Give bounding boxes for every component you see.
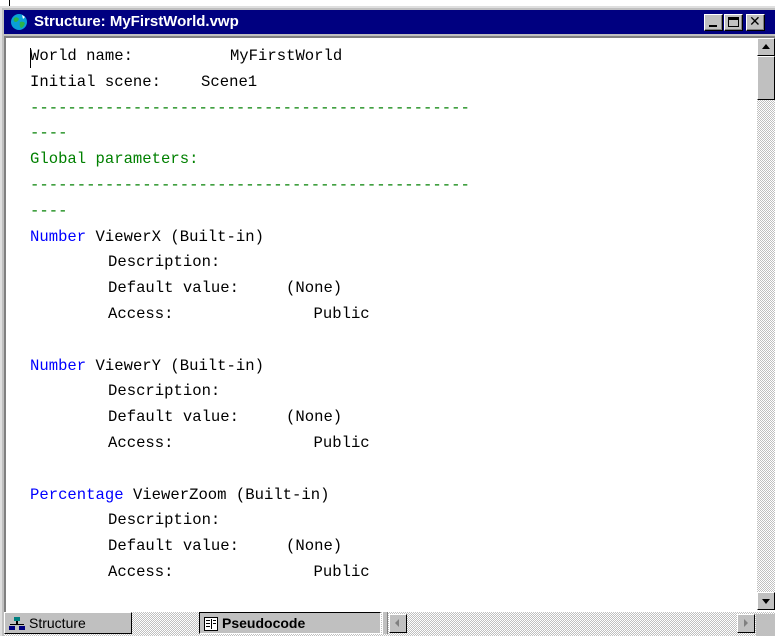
title-bar[interactable]: Structure: MyFirstWorld.vwp ✕ <box>4 10 775 34</box>
param-access-value: Public <box>313 562 370 581</box>
param-default-label: Default value: <box>108 408 240 427</box>
world-name-line: World name: MyFirstWorld <box>30 44 755 70</box>
param-access-value: Public <box>313 304 370 323</box>
param-access-value: Public <box>313 433 370 452</box>
arrow-down-icon <box>762 599 770 604</box>
scroll-left-button[interactable] <box>389 614 407 633</box>
param-description: Description: <box>108 253 221 272</box>
param-header: Number ViewerX (Built-in) <box>30 225 755 251</box>
param-access-label: Access: <box>108 304 174 323</box>
arrow-up-icon <box>762 44 770 49</box>
pseudocode-text-area[interactable]: World name: MyFirstWorld Initial scene: Sc… <box>4 36 775 612</box>
param-name: ViewerY (Built-in) <box>95 356 264 375</box>
document-content: World name: MyFirstWorld Initial scene: Sc… <box>30 44 755 586</box>
close-button[interactable]: ✕ <box>746 14 765 31</box>
scroll-up-button[interactable] <box>757 38 775 56</box>
param-header: Percentage ViewerZoom (Built-in) <box>30 483 755 509</box>
param-name: ViewerX (Built-in) <box>95 227 264 246</box>
separator-line: ----------------------------------------… <box>30 98 470 117</box>
close-icon: ✕ <box>749 14 761 30</box>
param-name: ViewerZoom (Built-in) <box>132 485 330 504</box>
param-access-label: Access: <box>108 433 174 452</box>
bottom-tab-bar: Structure Pseudocode <box>4 612 775 636</box>
param-type: Number <box>30 227 87 246</box>
tab-structure-label: Structure <box>29 615 86 631</box>
arrow-right-icon <box>744 619 748 627</box>
initial-scene-label: Initial scene: <box>30 72 162 91</box>
tab-splitter-handle[interactable] <box>382 612 388 634</box>
globe-icon <box>11 14 27 30</box>
world-name-label: World name: <box>30 47 133 65</box>
param-default-value: (None) <box>286 279 343 298</box>
scroll-thumb[interactable] <box>757 56 775 100</box>
size-grip <box>756 614 775 636</box>
param-type: Percentage <box>30 485 124 504</box>
initial-scene-line: Initial scene: Scene1 <box>30 70 755 96</box>
tree-icon <box>9 617 25 631</box>
param-header: Number ViewerY (Built-in) <box>30 354 755 380</box>
initial-scene-value: Scene1 <box>201 72 258 91</box>
param-type: Number <box>30 356 87 375</box>
param-description: Description: <box>108 382 221 401</box>
param-default-value: (None) <box>286 408 343 427</box>
param-default-label: Default value: <box>108 537 240 556</box>
separator-line: ----------------------------------------… <box>30 175 470 194</box>
tab-pseudocode-label: Pseudocode <box>222 615 306 631</box>
document-icon <box>204 617 218 632</box>
minimize-button[interactable] <box>704 14 723 31</box>
scroll-down-button[interactable] <box>757 592 775 610</box>
param-default: Default value: (None) <box>30 405 755 431</box>
param-access: Access: Public <box>30 302 755 328</box>
param-access: Access: Public <box>30 560 755 586</box>
maximize-button[interactable] <box>724 14 743 31</box>
tab-pseudocode[interactable]: Pseudocode <box>199 612 381 634</box>
param-default: Default value: (None) <box>30 276 755 302</box>
separator-line-wrap: ---- <box>30 124 68 143</box>
maximize-icon <box>728 17 739 27</box>
param-default: Default value: (None) <box>30 534 755 560</box>
structure-window: Structure: MyFirstWorld.vwp ✕ World name… <box>0 6 775 636</box>
world-name-value: MyFirstWorld <box>229 47 343 65</box>
separator-line-wrap: ---- <box>30 201 68 220</box>
vertical-scrollbar[interactable] <box>757 38 775 610</box>
param-default-value: (None) <box>286 537 343 556</box>
tab-structure[interactable]: Structure <box>4 612 132 634</box>
arrow-left-icon <box>395 619 399 627</box>
param-description: Description: <box>108 511 221 530</box>
param-default-label: Default value: <box>108 279 240 298</box>
scroll-right-button[interactable] <box>737 614 755 633</box>
minimize-icon <box>709 25 717 27</box>
param-access-label: Access: <box>108 562 174 581</box>
window-title: Structure: MyFirstWorld.vwp <box>34 13 239 30</box>
param-access: Access: Public <box>30 431 755 457</box>
global-params-heading: Global parameters: <box>30 150 199 169</box>
